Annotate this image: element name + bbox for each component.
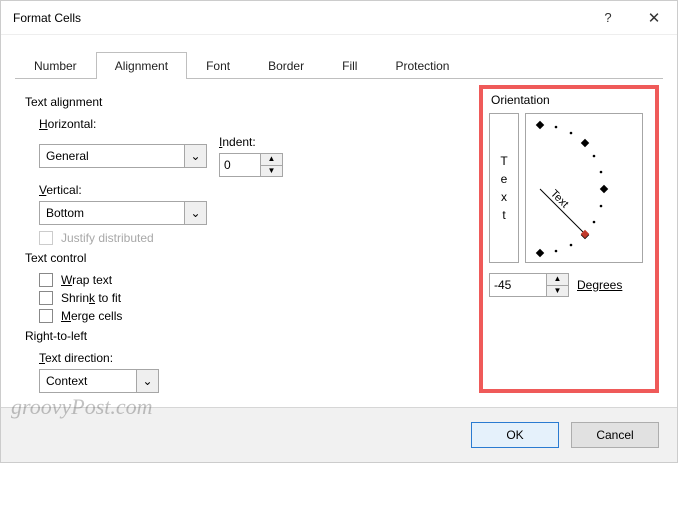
vertical-text-preview[interactable]: T e x t <box>489 113 519 263</box>
justify-distributed-label: Justify distributed <box>61 231 154 245</box>
cancel-button[interactable]: Cancel <box>571 422 659 448</box>
rtl-title: Right-to-left <box>25 329 469 343</box>
text-direction-combo[interactable]: Context ⌄ <box>39 369 159 393</box>
degrees-up-button[interactable]: ▲ <box>547 274 568 285</box>
orientation-arc-svg: Text <box>526 114 644 264</box>
dialog-footer: OK Cancel <box>1 407 677 462</box>
vertical-combo[interactable]: Bottom ⌄ <box>39 201 207 225</box>
horizontal-value: General <box>46 149 184 163</box>
indent-spin-buttons: ▲ ▼ <box>260 154 282 176</box>
vertical-label: Vertical: <box>39 183 469 197</box>
format-cells-dialog: Format Cells ? ✕ Number Alignment Font B… <box>0 0 678 463</box>
orientation-title: Orientation <box>491 93 649 107</box>
wrap-text-checkbox[interactable]: Wrap text <box>39 273 469 287</box>
text-alignment-title: Text alignment <box>25 95 469 109</box>
window-title: Format Cells <box>13 11 585 25</box>
checkbox-box <box>39 291 53 305</box>
chevron-down-icon: ⌄ <box>184 145 206 167</box>
tab-strip: Number Alignment Font Border Fill Protec… <box>15 51 663 78</box>
degrees-spinner[interactable]: ▲ ▼ <box>489 273 569 297</box>
vtext-char: t <box>502 208 505 222</box>
degrees-spin-buttons: ▲ ▼ <box>546 274 568 296</box>
titlebar: Format Cells ? ✕ <box>1 1 677 35</box>
degrees-label: Degrees <box>577 278 622 292</box>
indent-label: Indent: <box>219 135 283 149</box>
chevron-down-icon: ⌄ <box>136 370 158 392</box>
checkbox-box <box>39 231 53 245</box>
help-button[interactable]: ? <box>585 1 631 35</box>
tab-alignment[interactable]: Alignment <box>96 52 187 79</box>
tab-number[interactable]: Number <box>15 52 96 79</box>
dialog-body: Text alignment Horizontal: General ⌄ Ind… <box>1 79 677 407</box>
left-column: Text alignment Horizontal: General ⌄ Ind… <box>25 89 469 393</box>
indent-group: Indent: ▲ ▼ <box>219 135 283 177</box>
ok-button[interactable]: OK <box>471 422 559 448</box>
vtext-char: T <box>500 154 507 168</box>
checkbox-box <box>39 273 53 287</box>
indent-input[interactable] <box>220 154 260 176</box>
tab-font[interactable]: Font <box>187 52 249 79</box>
indent-down-button[interactable]: ▼ <box>261 165 282 177</box>
text-direction-value: Context <box>46 374 136 388</box>
arc-text-label: Text <box>548 188 571 211</box>
wrap-text-label: Wrap text <box>61 273 112 287</box>
tab-protection[interactable]: Protection <box>376 52 468 79</box>
merge-cells-checkbox[interactable]: Merge cells <box>39 309 469 323</box>
indent-up-button[interactable]: ▲ <box>261 154 282 165</box>
tab-border[interactable]: Border <box>249 52 323 79</box>
chevron-down-icon: ⌄ <box>184 202 206 224</box>
text-direction-label: Text direction: <box>39 351 469 365</box>
tab-fill[interactable]: Fill <box>323 52 376 79</box>
text-control-title: Text control <box>25 251 469 265</box>
orientation-arc[interactable]: Text <box>525 113 643 263</box>
degrees-down-button[interactable]: ▼ <box>547 285 568 297</box>
degrees-input[interactable] <box>490 274 546 296</box>
vertical-value: Bottom <box>46 206 184 220</box>
indent-spinner[interactable]: ▲ ▼ <box>219 153 283 177</box>
close-button[interactable]: ✕ <box>631 1 677 35</box>
checkbox-box <box>39 309 53 323</box>
horizontal-label: Horizontal: <box>39 117 469 131</box>
orientation-group: Orientation T e x t <box>479 85 659 393</box>
shrink-to-fit-checkbox[interactable]: Shrink to fit <box>39 291 469 305</box>
horizontal-combo[interactable]: General ⌄ <box>39 144 207 168</box>
shrink-label: Shrink to fit <box>61 291 121 305</box>
vtext-char: e <box>501 172 508 186</box>
justify-distributed-checkbox: Justify distributed <box>39 231 469 245</box>
merge-label: Merge cells <box>61 309 122 323</box>
vtext-char: x <box>501 190 507 204</box>
